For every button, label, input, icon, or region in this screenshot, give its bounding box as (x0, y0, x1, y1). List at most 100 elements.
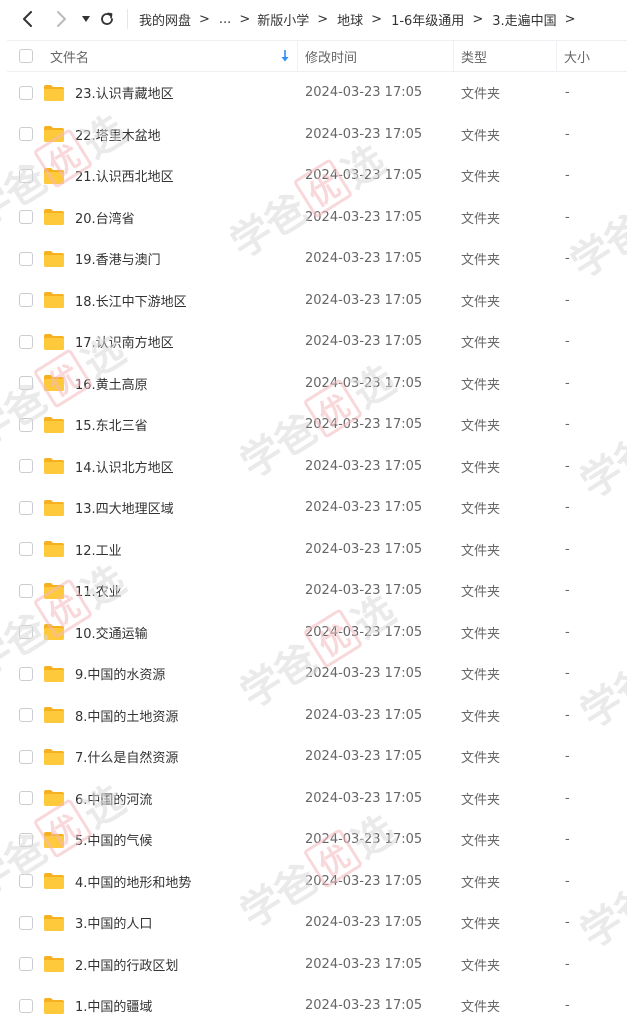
row-checkbox[interactable] (19, 446, 33, 488)
back-button[interactable] (17, 8, 39, 30)
table-row[interactable]: 10.交通运输 2024-03-23 17:05 文件夹 - (0, 612, 627, 654)
file-name[interactable]: 10.交通运输 (75, 612, 148, 654)
row-checkbox[interactable] (19, 280, 33, 322)
refresh-button[interactable] (96, 8, 118, 30)
breadcrumb-item-home[interactable]: 我的网盘 (139, 10, 191, 29)
row-checkbox[interactable] (19, 736, 33, 778)
row-checkbox[interactable] (19, 197, 33, 239)
breadcrumb-item-grade[interactable]: 1-6年级通用 (391, 10, 464, 29)
row-checkbox[interactable] (19, 487, 33, 529)
file-name[interactable]: 21.认识西北地区 (75, 155, 174, 197)
row-checkbox[interactable] (19, 404, 33, 446)
checkbox-box (19, 85, 33, 100)
table-row[interactable]: 14.认识北方地区 2024-03-23 17:05 文件夹 - (0, 446, 627, 488)
row-checkbox[interactable] (19, 72, 33, 114)
file-name[interactable]: 11.农业 (75, 570, 122, 612)
file-name[interactable]: 3.中国的人口 (75, 902, 152, 944)
file-modified: 2024-03-23 17:05 (305, 707, 423, 723)
table-row[interactable]: 3.中国的人口 2024-03-23 17:05 文件夹 - (0, 902, 627, 944)
table-row[interactable]: 2.中国的行政区划 2024-03-23 17:05 文件夹 - (0, 944, 627, 986)
breadcrumb-item-xinban[interactable]: 新版小学 (257, 10, 309, 29)
file-name[interactable]: 18.长江中下游地区 (75, 280, 187, 322)
row-checkbox[interactable] (19, 944, 33, 986)
column-header-type[interactable]: 类型 (461, 41, 487, 71)
checkbox-box (19, 625, 33, 640)
column-divider[interactable] (556, 41, 557, 71)
row-checkbox[interactable] (19, 155, 33, 197)
file-name[interactable]: 23.认识青藏地区 (75, 72, 174, 114)
refresh-icon (101, 12, 113, 25)
table-row[interactable]: 4.中国的地形和地势 2024-03-23 17:05 文件夹 - (0, 861, 627, 903)
file-name[interactable]: 2.中国的行政区划 (75, 944, 178, 986)
breadcrumb-item-ellipsis[interactable]: ... (219, 12, 231, 27)
breadcrumb-item-diqiu[interactable]: 地球 (337, 10, 363, 29)
file-modified: 2024-03-23 17:05 (305, 583, 423, 599)
file-name[interactable]: 17.认识南方地区 (75, 321, 174, 363)
row-checkbox[interactable] (19, 321, 33, 363)
table-row[interactable]: 17.认识南方地区 2024-03-23 17:05 文件夹 - (0, 321, 627, 363)
table-row[interactable]: 19.香港与澳门 2024-03-23 17:05 文件夹 - (0, 238, 627, 280)
table-row[interactable]: 12.工业 2024-03-23 17:05 文件夹 - (0, 529, 627, 571)
file-name[interactable]: 5.中国的气候 (75, 819, 152, 861)
file-name[interactable]: 14.认识北方地区 (75, 446, 174, 488)
file-name[interactable]: 13.四大地理区域 (75, 487, 174, 529)
table-row[interactable]: 11.农业 2024-03-23 17:05 文件夹 - (0, 570, 627, 612)
forward-button[interactable] (50, 8, 72, 30)
row-checkbox[interactable] (19, 529, 33, 571)
table-row[interactable]: 16.黄土高原 2024-03-23 17:05 文件夹 - (0, 363, 627, 405)
row-checkbox[interactable] (19, 819, 33, 861)
table-row[interactable]: 8.中国的土地资源 2024-03-23 17:05 文件夹 - (0, 695, 627, 737)
sort-down-arrow-icon[interactable] (280, 49, 290, 63)
checkbox-box (19, 210, 33, 225)
column-divider[interactable] (453, 41, 454, 71)
table-row[interactable]: 20.台湾省 2024-03-23 17:05 文件夹 - (0, 197, 627, 239)
file-modified: 2024-03-23 17:05 (305, 458, 423, 474)
table-row[interactable]: 22.塔里木盆地 2024-03-23 17:05 文件夹 - (0, 114, 627, 156)
table-row[interactable]: 23.认识青藏地区 2024-03-23 17:05 文件夹 - (0, 72, 627, 114)
row-checkbox[interactable] (19, 363, 33, 405)
select-all-checkbox[interactable] (19, 41, 33, 71)
folder-icon (43, 861, 65, 903)
column-header-size[interactable]: 大小 (564, 41, 590, 71)
file-name[interactable]: 8.中国的土地资源 (75, 695, 178, 737)
history-dropdown-button[interactable] (75, 8, 97, 30)
row-checkbox[interactable] (19, 861, 33, 903)
file-name[interactable]: 15.东北三省 (75, 404, 148, 446)
file-name[interactable]: 20.台湾省 (75, 197, 135, 239)
row-checkbox[interactable] (19, 695, 33, 737)
column-header-modified[interactable]: 修改时间 (305, 41, 357, 71)
row-checkbox[interactable] (19, 114, 33, 156)
row-checkbox[interactable] (19, 653, 33, 695)
breadcrumb-item-current[interactable]: 3.走遍中国 (492, 10, 556, 29)
file-name[interactable]: 7.什么是自然资源 (75, 736, 178, 778)
table-row[interactable]: 9.中国的水资源 2024-03-23 17:05 文件夹 - (0, 653, 627, 695)
table-row[interactable]: 21.认识西北地区 2024-03-23 17:05 文件夹 - (0, 155, 627, 197)
table-row[interactable]: 5.中国的气候 2024-03-23 17:05 文件夹 - (0, 819, 627, 861)
table-row[interactable]: 15.东北三省 2024-03-23 17:05 文件夹 - (0, 404, 627, 446)
checkbox-box (19, 749, 33, 764)
column-header-name[interactable]: 文件名 (50, 41, 89, 71)
table-row[interactable]: 13.四大地理区域 2024-03-23 17:05 文件夹 - (0, 487, 627, 529)
file-name[interactable]: 4.中国的地形和地势 (75, 861, 191, 903)
column-divider[interactable] (297, 41, 298, 71)
table-row[interactable]: 1.中国的疆域 2024-03-23 17:05 文件夹 - (0, 985, 627, 1024)
row-checkbox[interactable] (19, 612, 33, 654)
file-type: 文件夹 (461, 834, 501, 850)
table-row[interactable]: 7.什么是自然资源 2024-03-23 17:05 文件夹 - (0, 736, 627, 778)
file-name[interactable]: 12.工业 (75, 529, 122, 571)
table-row[interactable]: 6.中国的河流 2024-03-23 17:05 文件夹 - (0, 778, 627, 820)
table-row[interactable]: 18.长江中下游地区 2024-03-23 17:05 文件夹 - (0, 280, 627, 322)
row-checkbox[interactable] (19, 985, 33, 1024)
row-checkbox[interactable] (19, 778, 33, 820)
row-checkbox[interactable] (19, 902, 33, 944)
file-name[interactable]: 6.中国的河流 (75, 778, 152, 820)
file-name[interactable]: 9.中国的水资源 (75, 653, 165, 695)
file-name[interactable]: 22.塔里木盆地 (75, 114, 161, 156)
row-checkbox[interactable] (19, 570, 33, 612)
file-name[interactable]: 1.中国的疆域 (75, 985, 152, 1024)
file-size: - (565, 417, 570, 433)
row-checkbox[interactable] (19, 238, 33, 280)
file-name[interactable]: 16.黄土高原 (75, 363, 148, 405)
file-modified: 2024-03-23 17:05 (305, 417, 423, 433)
file-name[interactable]: 19.香港与澳门 (75, 238, 161, 280)
